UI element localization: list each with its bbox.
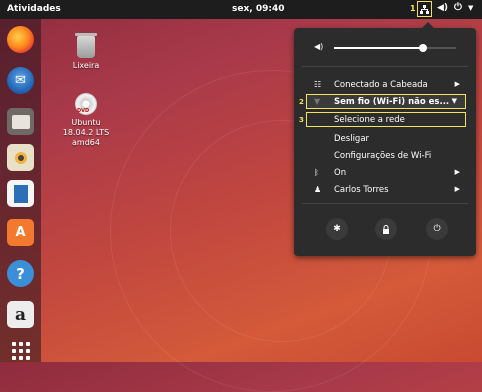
chevron-down-icon[interactable]: ▼: [468, 4, 473, 12]
system-menu: ◀) ☷ Conectado a Cabeada ▶ 2 ▼ Sem fio (…: [294, 22, 476, 256]
network-wired-icon: ☷: [314, 80, 322, 89]
user-label: Carlos Torres: [334, 185, 389, 195]
rhythmbox-icon[interactable]: [7, 144, 34, 171]
help-icon[interactable]: ?: [7, 260, 34, 287]
wifi-label: Sem fio (Wi-Fi) não es...: [334, 97, 450, 107]
wired-label: Conectado a Cabeada: [334, 80, 428, 90]
step-marker-3: 3: [299, 116, 304, 124]
speaker-icon[interactable]: ◀): [437, 3, 448, 13]
chevron-down-icon: ▼: [451, 97, 457, 105]
trash-label: Lixeira: [72, 61, 100, 70]
volume-fill: [334, 47, 424, 49]
select-network-item[interactable]: Selecione a rede: [306, 112, 466, 127]
network-wired-icon[interactable]: [417, 1, 432, 17]
dvd-icon: DVD: [75, 93, 97, 115]
dvd-logo-text: DVD: [77, 108, 90, 114]
trash-icon: [75, 33, 97, 58]
dock: ✉ A ? a: [0, 19, 41, 362]
step-marker-1: 1: [410, 4, 416, 13]
show-apps-grid-icon[interactable]: [7, 335, 34, 362]
software-center-icon[interactable]: A: [7, 219, 34, 246]
chevron-right-icon: ▶: [454, 168, 460, 176]
bluetooth-item[interactable]: ᛒ On ▶: [294, 166, 476, 180]
power-icon[interactable]: ⏻: [426, 218, 448, 240]
step-marker-2: 2: [299, 98, 304, 106]
dvd-desktop-icon[interactable]: DVD Ubuntu 18.04.2 LTS amd64: [56, 93, 116, 148]
chevron-right-icon: ▶: [454, 185, 460, 193]
dvd-label: Ubuntu 18.04.2 LTS amd64: [62, 118, 110, 147]
user-item[interactable]: ♟ Carlos Torres ▶: [294, 183, 476, 197]
wifi-item[interactable]: ▼ Sem fio (Wi-Fi) não es... ▼: [306, 94, 466, 109]
wifi-icon: ▼: [314, 97, 321, 106]
action-buttons: ✱ ⏻: [294, 218, 476, 240]
firefox-icon[interactable]: [7, 26, 34, 53]
separator: [302, 66, 468, 67]
turn-off-label: Desligar: [334, 134, 370, 144]
volume-slider[interactable]: ◀): [314, 42, 464, 54]
wifi-settings-item[interactable]: Configurações de Wi-Fi: [294, 149, 476, 163]
power-icon[interactable]: ⏻: [454, 2, 462, 13]
user-icon: ♟: [314, 185, 322, 194]
clock[interactable]: sex, 09:40: [232, 4, 284, 14]
wired-connection-item[interactable]: ☷ Conectado a Cabeada ▶: [294, 78, 476, 92]
lock-icon[interactable]: [375, 218, 397, 240]
writer-icon[interactable]: [7, 180, 34, 207]
chevron-right-icon: ▶: [454, 80, 460, 88]
volume-knob[interactable]: [419, 44, 428, 52]
turn-off-item[interactable]: Desligar: [294, 132, 476, 146]
amazon-icon[interactable]: a: [7, 301, 34, 328]
bluetooth-icon: ᛒ: [314, 168, 319, 177]
top-bar: Atividades sex, 09:40 1 ◀) ⏻ ▼: [0, 0, 482, 19]
trash-desktop-icon[interactable]: Lixeira: [56, 33, 116, 71]
select-network-label: Selecione a rede: [334, 115, 405, 125]
settings-icon[interactable]: ✱: [326, 218, 348, 240]
files-icon[interactable]: [7, 108, 34, 135]
volume-track[interactable]: [334, 44, 456, 52]
thunderbird-icon[interactable]: ✉: [7, 67, 34, 94]
speaker-icon: ◀): [314, 42, 324, 51]
activities-button[interactable]: Atividades: [7, 4, 61, 14]
bluetooth-label: On: [334, 168, 347, 178]
wifi-settings-label: Configurações de Wi-Fi: [334, 151, 432, 161]
separator: [302, 203, 468, 204]
